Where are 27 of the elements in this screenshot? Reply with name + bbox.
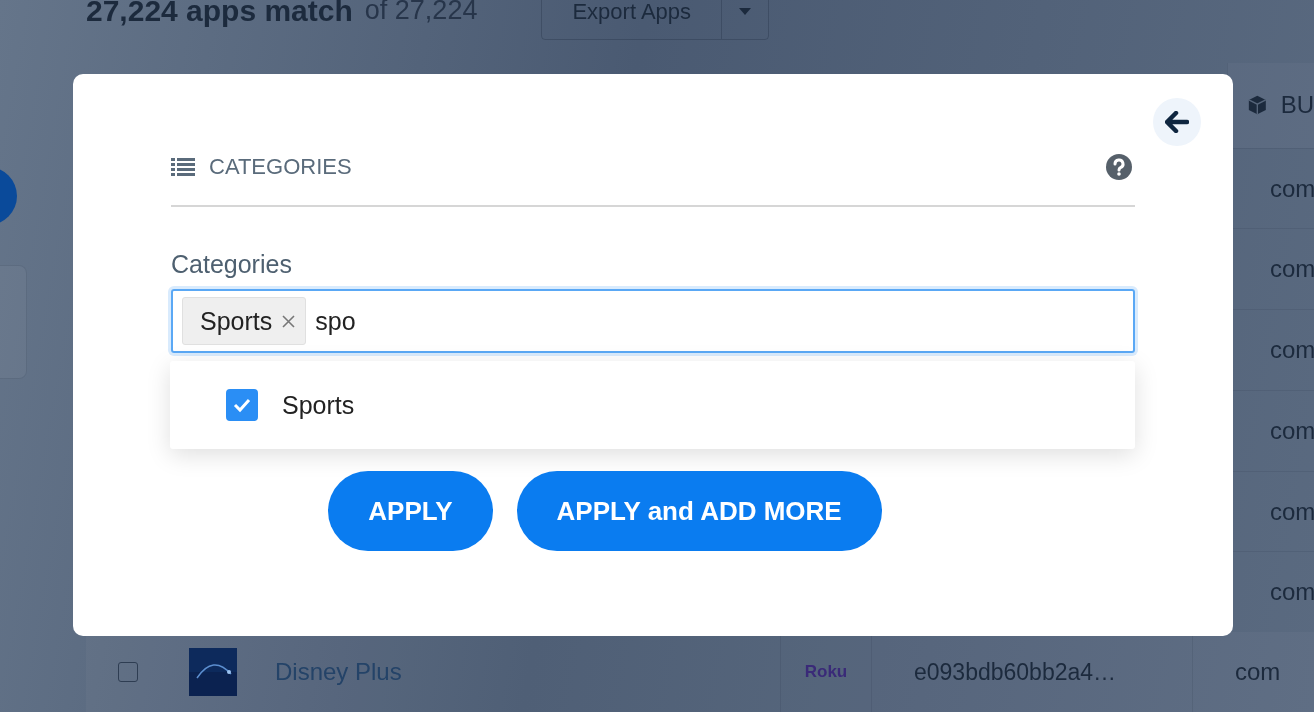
category-input-field[interactable]: Sports spo [171,289,1135,353]
row-checkbox[interactable] [118,662,138,683]
back-arrow-icon [1165,111,1189,133]
list-icon [171,158,195,176]
help-icon[interactable] [1106,154,1132,180]
table-cell: com [1235,658,1281,687]
table-cell: com [1270,255,1314,284]
table-cell: com [1270,336,1314,365]
back-button[interactable] [1153,98,1201,146]
platform-logo: Roku [804,662,848,683]
apply-button[interactable]: APPLY [328,471,493,551]
table-cell: com [1270,578,1314,607]
table-cell: com [1270,416,1314,445]
section-title: CATEGORIES [209,154,352,180]
check-icon [232,397,252,413]
field-label: Categories [171,250,293,279]
apply-button[interactable]: APPLY and ADD MORE [516,471,882,551]
option-checkbox[interactable] [226,389,258,421]
caret-icon [739,8,752,15]
column-header: BU [1280,91,1314,120]
table-cell: e093bdb60bb2a4… [914,658,1117,686]
table-cell: com [1270,497,1314,526]
remove-icon[interactable] [282,314,296,328]
table-cell: com [1270,174,1314,203]
input-value: spo [315,306,356,336]
tag-label: Sports [200,306,273,336]
option-label[interactable]: Sports [282,390,355,420]
